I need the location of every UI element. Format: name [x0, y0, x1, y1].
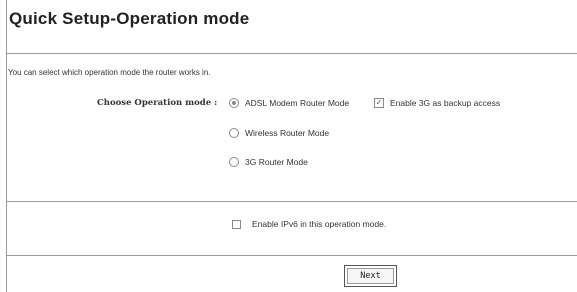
frame-left-border	[6, 0, 7, 292]
checkbox-enable-3g-backup[interactable]: ✓ Enable 3G as backup access	[374, 98, 500, 108]
radio-label: 3G Router Mode	[245, 157, 308, 167]
radio-button-icon[interactable]	[229, 157, 239, 167]
radio-button-icon[interactable]	[229, 98, 239, 108]
checkbox-enable-ipv6[interactable]: Enable IPv6 in this operation mode.	[232, 219, 386, 229]
radio-label: ADSL Modem Router Mode	[245, 98, 350, 108]
checkbox-icon[interactable]	[232, 219, 241, 229]
operation-mode-label: Choose Operation mode :	[97, 98, 218, 108]
divider	[7, 53, 577, 54]
intro-text: You can select which operation mode the …	[8, 68, 211, 77]
checkbox-label: Enable 3G as backup access	[390, 98, 501, 108]
page-title: Quick Setup-Operation mode	[9, 9, 250, 28]
radio-label: Wireless Router Mode	[245, 128, 330, 138]
checkbox-checked-icon[interactable]: ✓	[374, 98, 384, 108]
next-button[interactable]: Next	[344, 265, 397, 287]
radio-wireless-router-mode[interactable]: Wireless Router Mode	[229, 128, 329, 138]
radio-adsl-modem-router-mode[interactable]: ADSL Modem Router Mode	[229, 98, 349, 108]
checkbox-label: Enable IPv6 in this operation mode.	[252, 219, 387, 229]
divider	[7, 201, 577, 202]
radio-3g-router-mode[interactable]: 3G Router Mode	[229, 157, 308, 167]
radio-button-icon[interactable]	[229, 128, 239, 138]
next-button-label: Next	[347, 268, 394, 284]
divider	[7, 255, 577, 256]
